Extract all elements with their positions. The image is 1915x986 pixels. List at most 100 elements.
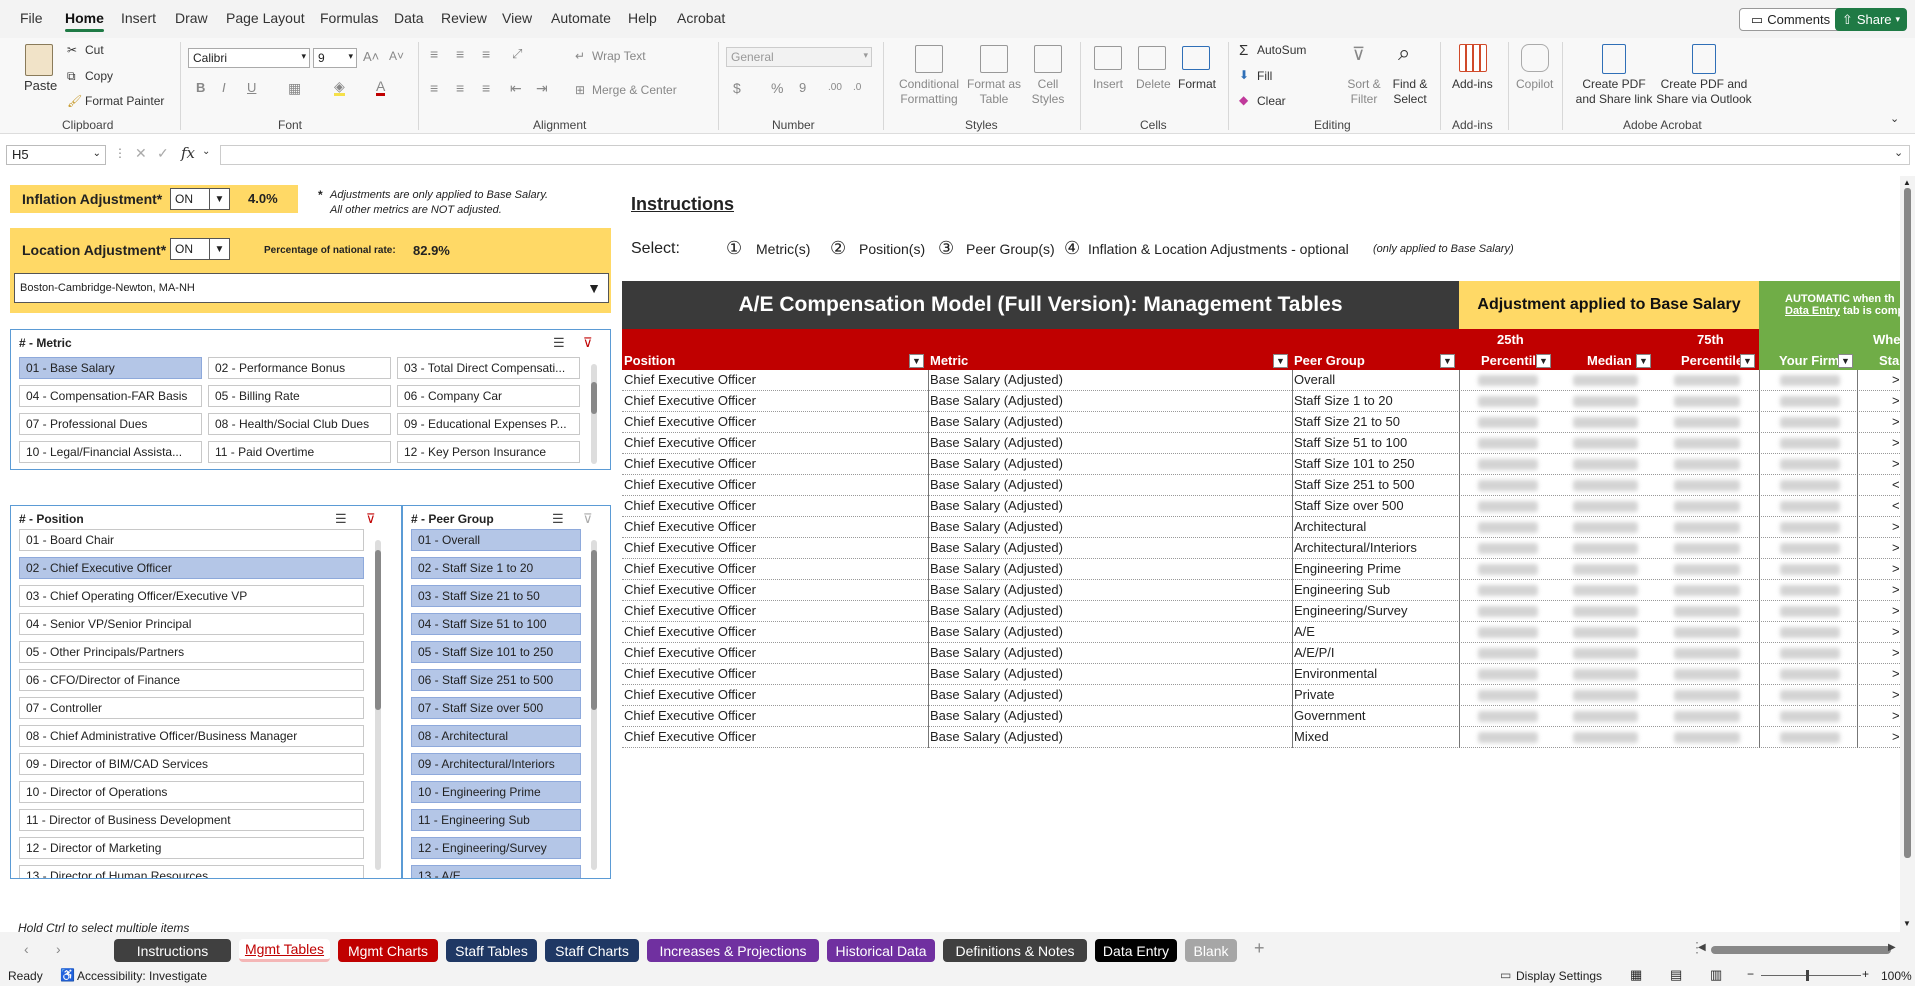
function-icon[interactable]: fx xyxy=(181,144,195,162)
clear-filter-icon[interactable]: ⊽ xyxy=(583,335,593,351)
zoom-slider-thumb[interactable] xyxy=(1806,970,1809,981)
redacted-value[interactable] xyxy=(1573,522,1638,533)
redacted-value[interactable] xyxy=(1573,396,1638,407)
redacted-value[interactable] xyxy=(1573,690,1638,701)
cell-comparison-flag[interactable]: > xyxy=(1892,708,1900,723)
redacted-value[interactable] xyxy=(1478,417,1538,428)
scrollbar-thumb[interactable] xyxy=(591,550,597,710)
redacted-value[interactable] xyxy=(1780,564,1840,575)
zoom-slider[interactable] xyxy=(1761,975,1861,976)
redacted-value[interactable] xyxy=(1478,543,1538,554)
metric-slicer-item[interactable]: 09 - Educational Expenses P... xyxy=(397,413,580,435)
metric-slicer-item[interactable]: 01 - Base Salary xyxy=(19,357,202,379)
redacted-value[interactable] xyxy=(1674,564,1740,575)
cell-comparison-flag[interactable]: < xyxy=(1892,498,1900,513)
table-row[interactable]: Chief Executive Officer Base Salary (Adju… xyxy=(622,622,1902,643)
cell-comparison-flag[interactable]: > xyxy=(1892,372,1900,387)
comma-icon[interactable]: 9 xyxy=(799,80,806,95)
redacted-value[interactable] xyxy=(1478,396,1538,407)
redacted-value[interactable] xyxy=(1573,417,1638,428)
peer-group-slicer-item[interactable]: 08 - Architectural xyxy=(411,725,581,747)
dropdown-arrow-icon[interactable]: ▼ xyxy=(580,274,608,302)
redacted-value[interactable] xyxy=(1780,585,1840,596)
table-row[interactable]: Chief Executive Officer Base Salary (Adju… xyxy=(622,643,1902,664)
cell-position[interactable]: Chief Executive Officer xyxy=(624,708,756,723)
increase-font-icon[interactable]: A˄ xyxy=(363,49,379,64)
align-right-icon[interactable]: ≡ xyxy=(482,80,490,96)
cell-peer[interactable]: Architectural/Interiors xyxy=(1294,540,1417,555)
menu-insert[interactable]: Insert xyxy=(121,10,156,26)
create-pdf-link-line2[interactable]: and Share link xyxy=(1572,92,1656,106)
cell-position[interactable]: Chief Executive Officer xyxy=(624,456,756,471)
cell-peer[interactable]: Staff Size 1 to 20 xyxy=(1294,393,1393,408)
table-row[interactable]: Chief Executive Officer Base Salary (Adju… xyxy=(622,580,1902,601)
peer-group-slicer-item[interactable]: 05 - Staff Size 101 to 250 xyxy=(411,641,581,663)
scroll-down-icon[interactable]: ▼ xyxy=(1903,919,1911,928)
find-select-line2[interactable]: Select xyxy=(1388,92,1432,106)
redacted-value[interactable] xyxy=(1674,543,1740,554)
orientation-icon[interactable]: ⤢ xyxy=(512,46,522,62)
cell-position[interactable]: Chief Executive Officer xyxy=(624,498,756,513)
format-as-table-line1[interactable]: Format as xyxy=(966,77,1022,91)
create-pdf-outlook-line2[interactable]: Share via Outlook xyxy=(1654,92,1754,106)
table-row[interactable]: Chief Executive Officer Base Salary (Adju… xyxy=(622,454,1902,475)
copilot-button[interactable]: Copilot xyxy=(1516,77,1553,91)
table-row[interactable]: Chief Executive Officer Base Salary (Adju… xyxy=(622,475,1902,496)
cell-metric[interactable]: Base Salary (Adjusted) xyxy=(930,393,1063,408)
menu-formulas[interactable]: Formulas xyxy=(320,10,378,26)
redacted-value[interactable] xyxy=(1780,669,1840,680)
cell-comparison-flag[interactable]: > xyxy=(1892,603,1900,618)
create-pdf-outlook-line1[interactable]: Create PDF and xyxy=(1654,77,1754,91)
cell-peer[interactable]: Staff Size 51 to 100 xyxy=(1294,435,1407,450)
cell-comparison-flag[interactable]: > xyxy=(1892,414,1900,429)
increase-indent-icon[interactable]: ⇥ xyxy=(536,80,548,97)
menu-view[interactable]: View xyxy=(502,10,532,26)
table-row[interactable]: Chief Executive Officer Base Salary (Adju… xyxy=(622,538,1902,559)
redacted-value[interactable] xyxy=(1573,627,1638,638)
decrease-indent-icon[interactable]: ⇤ xyxy=(510,80,522,97)
redacted-value[interactable] xyxy=(1780,648,1840,659)
decrease-decimal-icon[interactable]: .0 xyxy=(853,82,861,93)
menu-home[interactable]: Home xyxy=(65,10,104,32)
redacted-value[interactable] xyxy=(1674,627,1740,638)
cell-metric[interactable]: Base Salary (Adjusted) xyxy=(930,582,1063,597)
autosum-button[interactable]: AutoSum xyxy=(1257,43,1306,57)
redacted-value[interactable] xyxy=(1780,501,1840,512)
cell-position[interactable]: Chief Executive Officer xyxy=(624,393,756,408)
metric-slicer-item[interactable]: 04 - Compensation-FAR Basis xyxy=(19,385,202,407)
redacted-value[interactable] xyxy=(1780,690,1840,701)
font-name-combo[interactable]: Calibri ▾ xyxy=(188,48,310,68)
cut-button[interactable]: Cut xyxy=(85,43,104,57)
accessibility-status[interactable]: Accessibility: Investigate xyxy=(77,969,207,983)
cell-comparison-flag[interactable]: > xyxy=(1892,456,1900,471)
bold-icon[interactable]: B xyxy=(196,80,205,95)
cell-metric[interactable]: Base Salary (Adjusted) xyxy=(930,603,1063,618)
sort-filter-line1[interactable]: Sort & xyxy=(1346,77,1382,91)
page-layout-view-icon[interactable]: ▤ xyxy=(1670,967,1682,983)
metric-slicer-item[interactable]: 06 - Company Car xyxy=(397,385,580,407)
position-slicer-item[interactable]: 04 - Senior VP/Senior Principal xyxy=(19,613,364,635)
metric-scrollbar[interactable] xyxy=(591,364,597,464)
comments-button[interactable]: ▭ Comments xyxy=(1739,8,1842,31)
cell-metric[interactable]: Base Salary (Adjusted) xyxy=(930,666,1063,681)
percent-icon[interactable]: % xyxy=(771,80,783,96)
format-as-table-line2[interactable]: Table xyxy=(966,92,1022,106)
copy-button[interactable]: Copy xyxy=(85,69,113,83)
redacted-value[interactable] xyxy=(1573,564,1638,575)
redacted-value[interactable] xyxy=(1780,375,1840,386)
currency-icon[interactable]: $ xyxy=(733,80,741,96)
cell-peer[interactable]: Staff Size over 500 xyxy=(1294,498,1404,513)
align-bottom-icon[interactable]: ≡ xyxy=(482,46,490,62)
cell-comparison-flag[interactable]: > xyxy=(1892,540,1900,555)
redacted-value[interactable] xyxy=(1478,585,1538,596)
redacted-value[interactable] xyxy=(1573,501,1638,512)
cell-peer[interactable]: Staff Size 101 to 250 xyxy=(1294,456,1414,471)
format-painter-button[interactable]: Format Painter xyxy=(85,94,164,108)
metric-slicer-item[interactable]: 03 - Total Direct Compensati... xyxy=(397,357,580,379)
cell-comparison-flag[interactable]: > xyxy=(1892,645,1900,660)
redacted-value[interactable] xyxy=(1478,648,1538,659)
cell-position[interactable]: Chief Executive Officer xyxy=(624,435,756,450)
redacted-value[interactable] xyxy=(1573,480,1638,491)
position-slicer-item[interactable]: 02 - Chief Executive Officer xyxy=(19,557,364,579)
decrease-font-icon[interactable]: A˅ xyxy=(389,49,404,63)
